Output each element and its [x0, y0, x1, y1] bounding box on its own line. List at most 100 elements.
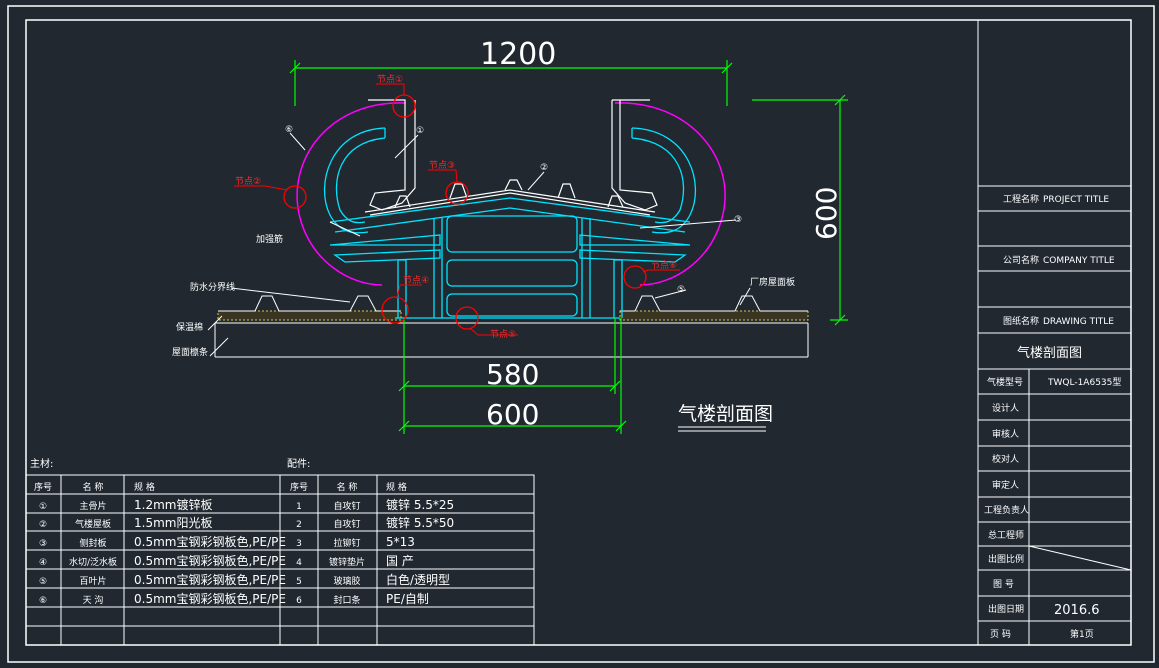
table-cell-no: ③: [39, 539, 47, 549]
table-cell-spec: 镀锌 5.5*25: [386, 498, 454, 512]
main-table: 序号 名 称 规 格 ① 主骨片 1.2mm镀锌板 ② 气楼屋板 1.5mm阳光板 ③ 侧封板 0.5…: [34, 481, 286, 606]
drawing-caption: 气楼剖面图: [678, 403, 773, 425]
drawing-title: DRAWING TITLE: [1043, 317, 1114, 327]
page-label: 页 码: [990, 629, 1011, 640]
table-cell-no: ②: [39, 520, 47, 530]
table-cell-name: 自攻钉: [333, 518, 360, 530]
drawing-sheet: 工程名称 PROJECT TITLE 公司名称 COMPANY TITLE 图纸…: [7, 5, 1155, 663]
designer-label: 设计人: [992, 402, 1019, 414]
insulation-left: [217, 310, 402, 321]
engineer-label: 工程负责人: [984, 504, 1029, 516]
date-value: 2016.6: [1054, 603, 1100, 618]
table-header-cell: 规 格: [386, 481, 407, 493]
label-water-line: 防水分界线: [190, 281, 235, 293]
title-block: [977, 20, 1132, 645]
node-2: 节点②: [235, 176, 261, 187]
date-label: 出图日期: [988, 603, 1024, 615]
reviewer-label: 审核人: [992, 428, 1019, 440]
drawing-label: 图纸名称: [1003, 315, 1039, 327]
dim-1200: 1200: [480, 37, 556, 72]
table-cell-spec: 0.5mm宝钢彩钢板色,PE/PE: [134, 554, 286, 568]
table-cell-spec: 白色/透明型: [386, 572, 450, 587]
model-value: TWQL-1A6535型: [1047, 377, 1121, 388]
label-factory-panel: 厂房屋面板: [750, 276, 795, 288]
main-table-caption: 主材:: [30, 457, 53, 470]
table-cell-name: 封口条: [333, 594, 360, 606]
company-label: 公司名称: [1003, 254, 1039, 266]
label-insulation: 保温棉: [176, 321, 203, 333]
callout-5: ⑤: [677, 285, 685, 295]
table-cell-no: 3: [296, 539, 302, 549]
table-cell-no: 1: [296, 502, 302, 512]
dim-580: 580: [486, 358, 539, 391]
dim-600-bottom: 600: [486, 398, 539, 431]
table-cell-name: 拉铆钉: [333, 537, 360, 549]
dimension-text: 1200 600 580 600: [480, 37, 843, 431]
callout-3: ③: [734, 215, 742, 225]
approver-label: 审定人: [992, 479, 1019, 491]
page-value: 第1页: [1070, 628, 1094, 640]
label-roof-panel: 屋面檩条: [172, 346, 208, 358]
model-label: 气楼型号: [987, 376, 1023, 388]
chief-label: 总工程师: [988, 529, 1024, 541]
drawing-name: 气楼剖面图: [1017, 345, 1082, 361]
callout-6: ⑥: [285, 125, 293, 135]
table-cell-no: 6: [296, 596, 302, 606]
company-title: COMPANY TITLE: [1043, 256, 1115, 266]
table-cell-name: 气楼屋板: [75, 518, 111, 530]
table-header-cell: 序号: [290, 481, 308, 493]
side-cover-left: [296, 102, 406, 286]
table-cell-no: 2: [296, 520, 302, 530]
table-cell-no: 5: [296, 577, 302, 587]
roof-panel-right: [620, 295, 808, 312]
project-title: PROJECT TITLE: [1043, 195, 1109, 205]
table-cell-no: ④: [39, 558, 47, 568]
callout-1: ①: [416, 126, 424, 136]
drawing-no-label: 图 号: [993, 579, 1014, 590]
title-block-text: 工程名称 PROJECT TITLE 公司名称 COMPANY TITLE 图纸…: [984, 193, 1121, 640]
roof-lines: [214, 322, 809, 358]
frame-body: [323, 127, 697, 319]
parts-table: 序号名 称规 格1 自攻钉 镀锌 5.5*252 自攻钉 镀锌 5.5*503 拉铆钉 5*…: [290, 481, 454, 606]
detail-node-labels: 节点① 节点② 节点③ 节点④ 节点⑤ 节点⑥: [235, 74, 677, 340]
table-cell-no: ①: [39, 502, 47, 512]
dim-600-vertical: 600: [810, 187, 843, 240]
table-cell-name: 天 沟: [83, 594, 104, 606]
checker-label: 校对人: [992, 453, 1019, 465]
table-cell-name: 主骨片: [79, 500, 106, 512]
table-cell-no: 4: [296, 558, 302, 568]
label-stiffener: 加强筋: [256, 233, 283, 245]
scale-label: 出图比例: [988, 553, 1024, 565]
table-cell-spec: 0.5mm宝钢彩钢板色,PE/PE: [134, 573, 286, 587]
project-label: 工程名称: [1003, 193, 1039, 205]
table-cell-spec: 1.5mm阳光板: [134, 516, 212, 530]
node-1: 节点①: [377, 74, 403, 85]
node-4: 节点④: [403, 275, 429, 286]
table-header-cell: 名 称: [83, 481, 104, 493]
table-cell-spec: 0.5mm宝钢彩钢板色,PE/PE: [134, 592, 286, 606]
callout-2: ②: [540, 163, 548, 173]
insulation-right: [619, 310, 809, 321]
table-cell-spec: 0.5mm宝钢彩钢板色,PE/PE: [134, 535, 286, 549]
table-cell-name: 自攻钉: [333, 500, 360, 512]
table-cell-spec: PE/自制: [386, 592, 429, 606]
table-cell-name: 镀锌垫片: [329, 556, 365, 568]
table-cell-name: 侧封板: [79, 537, 106, 549]
table-cell-spec: 5*13: [386, 535, 415, 549]
table-header-cell: 规 格: [134, 481, 155, 493]
table-cell-name: 玻璃胶: [333, 575, 360, 587]
table-cell-name: 百叶片: [79, 575, 106, 587]
table-header-cell: 名 称: [337, 481, 358, 493]
table-cell-spec: 镀锌 5.5*50: [386, 516, 454, 530]
dimension-lines: [289, 60, 848, 434]
table-header-cell: 序号: [34, 481, 52, 493]
table-cell-spec: 国 产: [386, 554, 414, 568]
table-cell-spec: 1.2mm镀锌板: [134, 498, 212, 512]
parts-table-caption: 配件:: [287, 458, 310, 470]
node-3: 节点③: [429, 160, 455, 171]
table-cell-no: ⑤: [39, 577, 47, 587]
table-cell-name: 水切/泛水板: [69, 556, 117, 568]
roof-panel-left: [218, 295, 401, 312]
node-6: 节点⑥: [651, 260, 677, 271]
table-cell-no: ⑥: [39, 596, 47, 606]
